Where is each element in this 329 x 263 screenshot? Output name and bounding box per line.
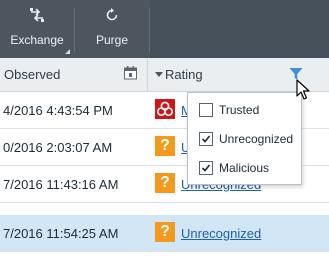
purge-label: Purge bbox=[95, 33, 129, 47]
question-icon: ? bbox=[155, 136, 175, 156]
purge-button[interactable]: Purge bbox=[76, 0, 148, 58]
table-header: Observed Rating bbox=[0, 58, 329, 92]
filter-option-malicious[interactable]: Malicious bbox=[188, 154, 301, 182]
refresh-icon bbox=[106, 8, 118, 21]
exchange-arrows-icon bbox=[30, 8, 44, 22]
rating-filter-menu: Trusted Unrecognized Malicious bbox=[187, 92, 302, 185]
calendar-icon[interactable] bbox=[124, 66, 138, 80]
toolbar: Exchange Purge bbox=[0, 0, 329, 58]
exchange-button[interactable]: Exchange bbox=[0, 0, 74, 58]
table-row-selected[interactable]: 7/2016 11:54:25 AM ? Unrecognized bbox=[0, 215, 329, 252]
filter-option-label: Malicious bbox=[219, 161, 270, 175]
observed-cell: 0/2016 2:03:07 AM bbox=[3, 140, 113, 155]
mouse-cursor-icon bbox=[296, 79, 310, 100]
filter-option-unrecognized[interactable]: Unrecognized bbox=[188, 125, 301, 153]
toolbar-empty-area bbox=[150, 0, 329, 58]
unrecognized-checkbox[interactable] bbox=[199, 132, 213, 146]
observed-cell: 4/2016 4:43:54 PM bbox=[3, 103, 113, 118]
observed-cell: 7/2016 11:43:16 AM bbox=[3, 177, 119, 192]
exchange-label: Exchange bbox=[10, 33, 64, 47]
filter-option-trusted[interactable]: Trusted bbox=[188, 96, 301, 124]
checkmark-icon bbox=[201, 164, 211, 172]
column-header-rating[interactable]: Rating bbox=[165, 67, 203, 82]
malicious-checkbox[interactable] bbox=[199, 161, 213, 175]
trusted-checkbox[interactable] bbox=[199, 103, 213, 117]
filter-option-label: Trusted bbox=[219, 103, 260, 117]
biohazard-icon bbox=[155, 99, 175, 119]
exchange-dropdown-icon[interactable] bbox=[65, 49, 70, 54]
sort-down-icon[interactable] bbox=[155, 72, 163, 77]
rating-link[interactable]: Unrecognized bbox=[181, 226, 261, 241]
question-icon: ? bbox=[155, 173, 175, 193]
observed-cell: 7/2016 11:54:25 AM bbox=[3, 226, 119, 241]
toolbar-separator bbox=[74, 8, 75, 52]
question-icon: ? bbox=[155, 222, 175, 242]
column-divider[interactable] bbox=[147, 58, 148, 91]
checkmark-icon bbox=[201, 135, 211, 143]
filter-option-label: Unrecognized bbox=[219, 132, 294, 146]
column-header-observed[interactable]: Observed bbox=[4, 67, 60, 82]
